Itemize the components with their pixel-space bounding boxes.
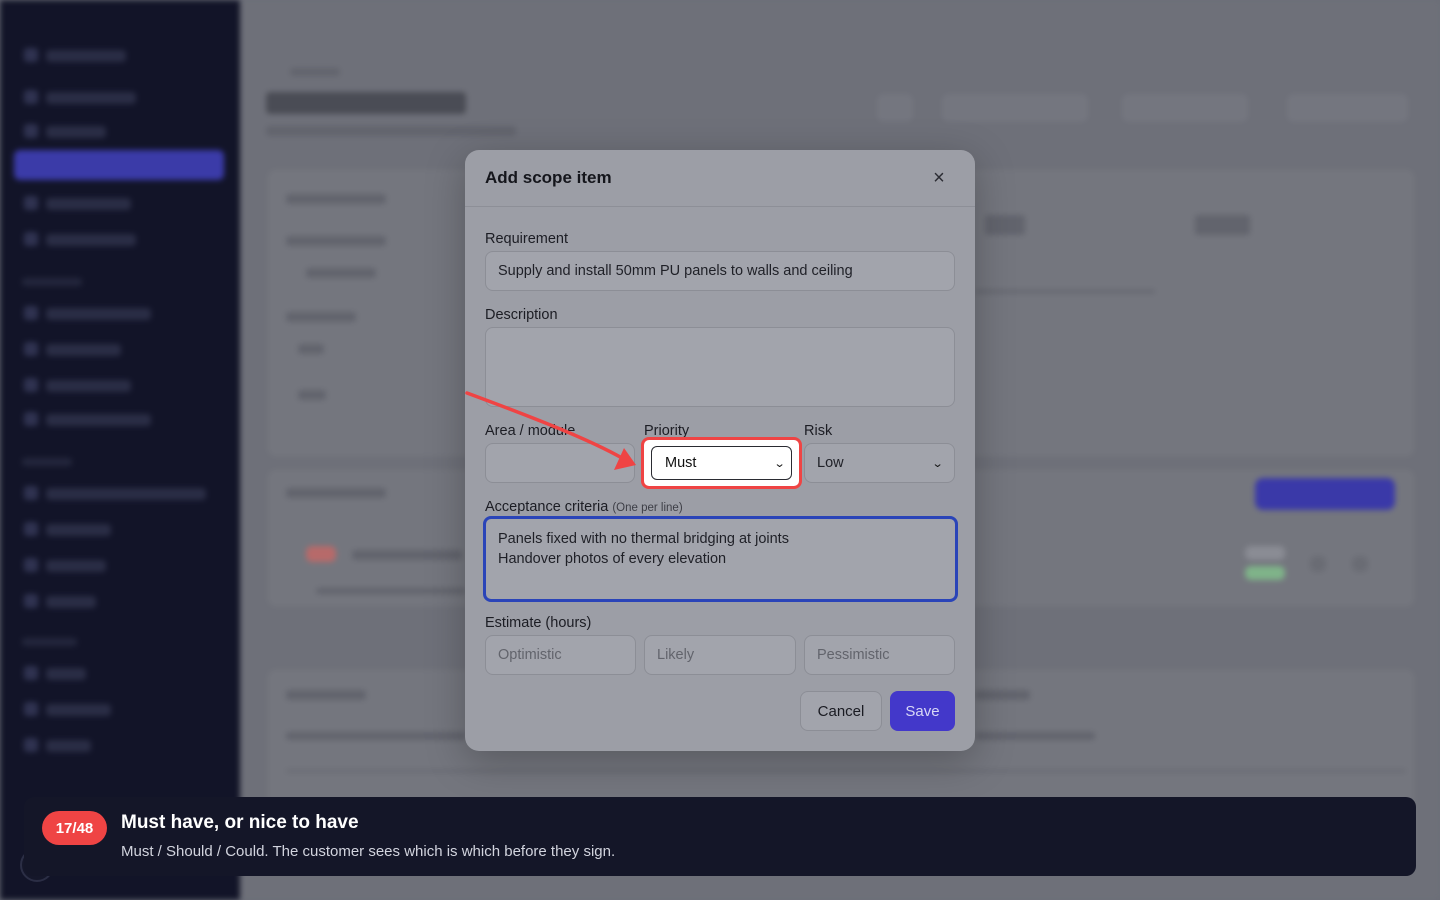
cancel-button[interactable]: Cancel bbox=[800, 691, 882, 731]
sidebar-item bbox=[46, 126, 106, 138]
chevron-down-icon: ⌄ bbox=[773, 457, 786, 470]
tour-body: Must / Should / Could. The customer sees… bbox=[121, 843, 616, 860]
item-action bbox=[1352, 556, 1368, 572]
risk-label: Risk bbox=[804, 423, 833, 439]
card-stat bbox=[985, 215, 1025, 235]
close-icon[interactable]: × bbox=[927, 166, 951, 190]
sidebar-icon bbox=[24, 486, 38, 500]
sidebar-item bbox=[46, 668, 86, 680]
dialog-header: Add scope item × bbox=[465, 150, 975, 207]
sidebar-icon bbox=[24, 342, 38, 356]
sidebar-icon bbox=[24, 412, 38, 426]
sidebar-section-heading bbox=[22, 278, 82, 286]
card-heading bbox=[286, 690, 366, 700]
card-text bbox=[286, 732, 466, 740]
sidebar-section-heading bbox=[22, 638, 77, 646]
card-heading bbox=[975, 690, 1030, 700]
sidebar-item-active bbox=[14, 150, 224, 180]
sidebar-item bbox=[46, 92, 136, 104]
sidebar-section-heading bbox=[22, 458, 72, 466]
estimate-label: Estimate (hours) bbox=[485, 615, 592, 631]
card-value bbox=[298, 390, 326, 400]
sidebar-icon bbox=[24, 594, 38, 608]
sidebar-icon bbox=[24, 124, 38, 138]
description-label: Description bbox=[485, 307, 558, 323]
sidebar-icon bbox=[24, 90, 38, 104]
page-subtitle bbox=[266, 126, 516, 136]
priority-select[interactable]: Must ⌄ bbox=[651, 446, 792, 480]
risk-select-value: Low bbox=[817, 455, 844, 471]
area-label: Area / module bbox=[485, 423, 576, 439]
optimistic-input[interactable] bbox=[485, 635, 636, 675]
acceptance-label: Acceptance criteria (One per line) bbox=[485, 499, 683, 515]
sidebar-item bbox=[46, 524, 111, 536]
card-text bbox=[975, 732, 1095, 740]
sidebar-icon bbox=[24, 738, 38, 752]
card-heading bbox=[286, 194, 386, 204]
card-value bbox=[306, 268, 376, 278]
requirement-input[interactable] bbox=[485, 251, 955, 291]
sidebar-icon bbox=[24, 378, 38, 392]
sidebar-icon bbox=[24, 666, 38, 680]
sidebar-item bbox=[46, 344, 121, 356]
requirement-label: Requirement bbox=[485, 231, 569, 247]
sidebar-item bbox=[46, 380, 131, 392]
sidebar-item bbox=[46, 198, 131, 210]
priority-badge bbox=[306, 546, 336, 562]
add-item-button-bg bbox=[1255, 478, 1395, 510]
item-meta bbox=[316, 588, 466, 594]
chevron-down-icon: ⌄ bbox=[931, 457, 944, 470]
page-title bbox=[266, 92, 466, 114]
dialog-title: Add scope item bbox=[485, 168, 612, 187]
card-value bbox=[298, 344, 324, 354]
card-divider bbox=[975, 290, 1155, 293]
tour-title: Must have, or nice to have bbox=[121, 812, 359, 833]
breadcrumb bbox=[290, 68, 340, 76]
sidebar-item bbox=[46, 560, 106, 572]
sidebar-icon bbox=[24, 558, 38, 572]
sidebar-icon bbox=[24, 48, 38, 62]
risk-select[interactable]: Low ⌄ bbox=[804, 443, 955, 483]
acceptance-label-text: Acceptance criteria bbox=[485, 499, 609, 515]
sidebar bbox=[0, 0, 240, 900]
card-heading bbox=[286, 488, 386, 498]
sidebar-icon bbox=[24, 232, 38, 246]
priority-select-value: Must bbox=[665, 455, 697, 471]
card-divider bbox=[286, 770, 1406, 772]
sidebar-item bbox=[46, 414, 151, 426]
priority-spotlight: Must ⌄ bbox=[641, 437, 802, 489]
item-tag bbox=[1245, 566, 1285, 580]
item-tag bbox=[1245, 546, 1285, 560]
area-input[interactable] bbox=[485, 443, 635, 483]
sidebar-item bbox=[46, 234, 136, 246]
sidebar-item bbox=[46, 488, 206, 500]
sidebar-item bbox=[46, 50, 126, 62]
sidebar-icon bbox=[24, 702, 38, 716]
card-stat bbox=[1195, 215, 1250, 235]
item-title bbox=[352, 550, 462, 560]
card-label bbox=[286, 236, 386, 246]
acceptance-hint: (One per line) bbox=[612, 502, 683, 514]
description-textarea[interactable] bbox=[485, 327, 955, 407]
sidebar-item bbox=[46, 704, 111, 716]
sidebar-icon bbox=[24, 306, 38, 320]
toolbar-button bbox=[875, 92, 915, 124]
sidebar-item bbox=[46, 308, 151, 320]
add-scope-item-dialog: Add scope item × Requirement Description… bbox=[465, 150, 975, 751]
likely-input[interactable] bbox=[644, 635, 796, 675]
save-button[interactable]: Save bbox=[890, 691, 955, 731]
item-action bbox=[1310, 556, 1326, 572]
sidebar-item bbox=[46, 596, 96, 608]
card-label bbox=[286, 312, 356, 322]
pessimistic-input[interactable] bbox=[804, 635, 955, 675]
acceptance-criteria-textarea[interactable]: Panels fixed with no thermal bridging at… bbox=[483, 516, 958, 602]
toolbar-button bbox=[1285, 92, 1410, 124]
sidebar-item bbox=[46, 740, 91, 752]
sidebar-icon bbox=[24, 196, 38, 210]
sidebar-icon bbox=[24, 522, 38, 536]
toolbar-button bbox=[940, 92, 1090, 124]
step-counter-badge: 17/48 bbox=[42, 811, 107, 845]
toolbar-button bbox=[1120, 92, 1250, 124]
tour-toast: 17/48 Must have, or nice to have Must / … bbox=[24, 797, 1416, 876]
